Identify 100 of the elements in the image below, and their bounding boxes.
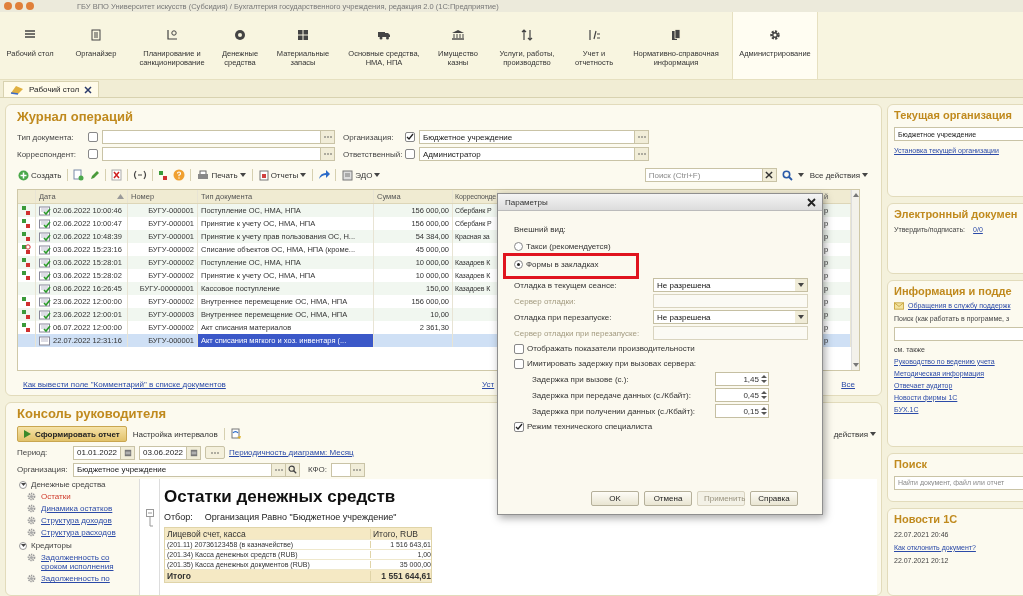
ellipsis-button[interactable] xyxy=(635,130,649,144)
spinner-icon[interactable] xyxy=(761,406,767,416)
search-button[interactable] xyxy=(286,462,300,477)
calendar-button[interactable] xyxy=(121,445,135,460)
books-icon xyxy=(669,28,683,42)
debit-credit-icon[interactable] xyxy=(158,169,169,181)
collapse-icon[interactable] xyxy=(145,509,154,527)
filter-field[interactable] xyxy=(102,147,321,161)
scroll-up-icon[interactable] xyxy=(852,193,859,197)
checkbox-option[interactable]: Режим технического специалиста xyxy=(514,419,653,434)
create-button[interactable]: Создать xyxy=(17,169,63,181)
checkbox[interactable] xyxy=(514,358,524,369)
tree-item-link[interactable]: Задолженность со сроком исполнения xyxy=(41,553,115,572)
close-icon[interactable] xyxy=(84,85,93,94)
close-icon[interactable] xyxy=(807,197,816,207)
dialog-button[interactable]: Справка xyxy=(750,491,798,506)
expander-icon[interactable] xyxy=(19,480,27,489)
actions-button[interactable]: действия xyxy=(832,429,877,439)
caret-icon xyxy=(300,173,307,177)
scrollbar[interactable] xyxy=(851,190,859,370)
ellipsis-button[interactable] xyxy=(635,147,649,161)
total-label: Итого xyxy=(166,570,192,581)
ellipsis-button[interactable] xyxy=(321,130,335,144)
panel-title: Консоль руководителя xyxy=(17,406,166,421)
number-field[interactable]: 0,15 xyxy=(715,404,769,418)
calendar-button[interactable] xyxy=(187,445,201,460)
ellipsis-button[interactable] xyxy=(205,446,225,459)
notepad-icon xyxy=(89,28,103,42)
dropdown-field[interactable]: Не разрешена xyxy=(653,310,808,324)
ellipsis-icon xyxy=(636,135,647,139)
dropdown-field[interactable]: Не разрешена xyxy=(653,278,808,292)
filter-field[interactable]: Бюджетное учреждение xyxy=(419,130,635,144)
print-button[interactable]: Печать xyxy=(196,169,247,181)
organization-field[interactable]: Бюджетное учреждение xyxy=(73,462,272,477)
search-icon[interactable] xyxy=(781,169,793,181)
column-header: Итого, RUB xyxy=(370,528,433,539)
edo-button[interactable]: ЭДО xyxy=(341,169,382,181)
tree-group[interactable]: Денежные средства xyxy=(31,480,106,489)
checkbox[interactable] xyxy=(405,149,415,159)
checkbox[interactable] xyxy=(88,149,98,159)
gear-icon xyxy=(27,553,36,562)
checkbox[interactable] xyxy=(514,343,524,354)
caret-icon xyxy=(797,173,804,177)
intervals-button[interactable]: Настройка интервалов xyxy=(131,429,219,439)
bank-icon xyxy=(451,28,465,42)
delete-icon[interactable] xyxy=(111,169,123,181)
all-link[interactable]: Все xyxy=(841,380,855,389)
sort-icon xyxy=(587,28,601,42)
spinner-icon[interactable] xyxy=(761,390,767,400)
panel-title: Поиск xyxy=(894,457,927,470)
generate-report-button[interactable]: Сформировать отчет xyxy=(17,426,127,442)
settings-icon xyxy=(768,28,782,42)
tab[interactable]: Рабочий стол xyxy=(3,81,100,97)
radio-option[interactable]: Такси (рекомендуется) xyxy=(514,240,611,253)
dialog-button[interactable]: OK xyxy=(591,491,639,506)
number-field[interactable]: 1,45 xyxy=(715,372,769,386)
arrow-icon[interactable] xyxy=(318,169,331,181)
spinner-icon[interactable] xyxy=(761,374,767,384)
reports-button[interactable]: Отчеты xyxy=(257,169,308,181)
kfo-field[interactable] xyxy=(330,462,351,477)
dropdown-icon xyxy=(798,315,804,319)
gear-icon xyxy=(27,574,36,584)
settings-link[interactable]: Уст xyxy=(482,380,495,389)
checkbox[interactable] xyxy=(88,132,98,142)
radio-option[interactable]: Формы в закладках xyxy=(514,258,599,271)
checkbox-option[interactable]: Имитировать задержку при вызовах сервера: xyxy=(514,356,697,371)
checkbox[interactable] xyxy=(405,132,415,142)
tree-item-link[interactable]: Остатки xyxy=(41,492,71,501)
ellipsis-button[interactable] xyxy=(321,147,335,161)
filter-label: Отбор: xyxy=(164,512,193,522)
field-label: Задержка при вызове (с.): xyxy=(532,374,630,384)
filter-field[interactable]: Администратор xyxy=(419,147,635,161)
refresh-icon[interactable] xyxy=(229,428,242,440)
scroll-down-icon[interactable] xyxy=(852,363,859,367)
tree-item-link[interactable]: Динамика остатков xyxy=(41,504,113,513)
help-link[interactable]: Как вывести поле "Комментарий" в списке документов xyxy=(23,380,226,389)
chart-icon xyxy=(165,28,179,42)
search-field[interactable]: Поиск (Ctrl+F) xyxy=(644,168,763,182)
date-field[interactable]: 03.06.2022 xyxy=(139,445,187,460)
dialog-title: Параметры xyxy=(505,197,548,207)
number-field[interactable]: 0,45 xyxy=(715,388,769,402)
checkbox[interactable] xyxy=(514,421,524,432)
filter-field[interactable] xyxy=(102,130,321,144)
expander-icon[interactable] xyxy=(19,541,27,550)
date-field[interactable]: 01.01.2022 xyxy=(73,445,121,460)
help-search-field[interactable] xyxy=(894,326,1023,341)
pencil-icon[interactable] xyxy=(89,169,101,181)
dialog-button[interactable]: Отмена xyxy=(644,491,692,506)
panel-title: Журнал операций xyxy=(17,109,133,124)
help-icon[interactable] xyxy=(173,169,186,181)
periodicity-link[interactable]: Периодичность диаграмм: Месяц xyxy=(229,448,354,457)
parentheses-icon[interactable] xyxy=(133,170,148,180)
all-actions-button[interactable]: Все действия xyxy=(808,170,869,180)
tree-item-link[interactable]: Структура расходов xyxy=(41,528,116,537)
copy-icon[interactable] xyxy=(73,169,85,181)
ellipsis-icon xyxy=(322,135,333,139)
tree-item-link[interactable]: Задолженность по xyxy=(41,574,110,584)
tree-item-link[interactable]: Структура доходов xyxy=(41,516,112,525)
tree-group[interactable]: Кредиторы xyxy=(31,541,72,550)
report-title: Остатки денежных средств xyxy=(164,487,397,507)
